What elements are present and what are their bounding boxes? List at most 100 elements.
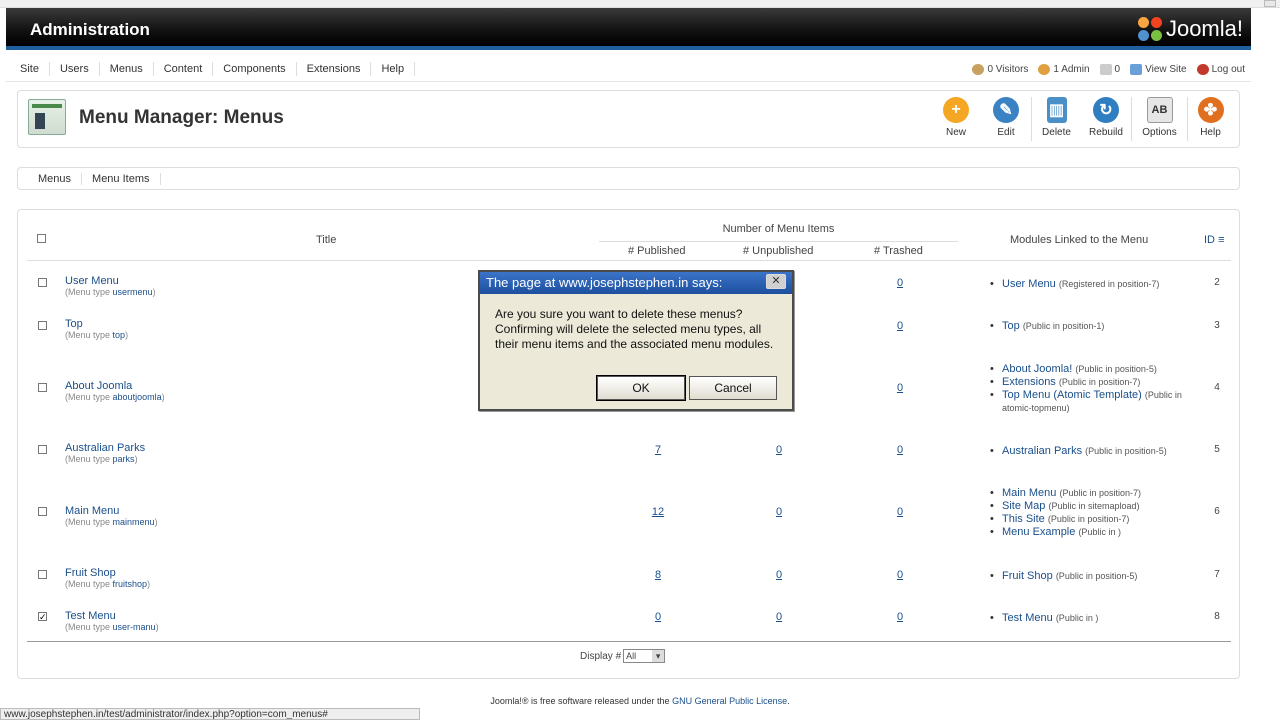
messages-icon — [1099, 63, 1112, 75]
menu-title-link[interactable]: User Menu — [65, 275, 119, 287]
dialog-titlebar: The page at www.josephstephen.in says: ✕ — [480, 272, 792, 294]
trashed-count-link[interactable]: 0 — [885, 320, 915, 332]
module-link[interactable]: Main Menu (Public in position-7) — [990, 487, 1200, 500]
menu-site[interactable]: Site — [10, 62, 50, 76]
module-link[interactable]: Extensions (Public in position-7) — [990, 376, 1200, 389]
edit-button[interactable]: ✎ Edit — [981, 97, 1031, 141]
logout-link[interactable]: Log out — [1196, 63, 1245, 75]
trashed-count-link[interactable]: 0 — [885, 444, 915, 456]
help-lifebuoy-icon: ✤ — [1197, 97, 1224, 123]
page-right-margin — [1251, 8, 1280, 720]
menu-title-link[interactable]: Australian Parks — [65, 442, 145, 454]
published-count-link[interactable]: 12 — [643, 506, 673, 518]
delete-button[interactable]: ▥ Delete — [1031, 97, 1081, 141]
menu-type-label: (Menu type aboutjoomla) — [65, 392, 165, 402]
menu-title-link[interactable]: Main Menu — [65, 505, 119, 517]
admin-user-icon — [1038, 63, 1051, 75]
select-all-checkbox[interactable] — [37, 234, 46, 243]
menu-title-link[interactable]: About Joomla — [65, 380, 132, 392]
display-select[interactable]: All — [623, 649, 666, 663]
row-checkbox[interactable] — [38, 445, 47, 454]
view-site-link[interactable]: View Site — [1130, 63, 1187, 75]
rebuild-button[interactable]: ↻ Rebuild — [1081, 97, 1131, 141]
confirm-dialog: The page at www.josephstephen.in says: ✕… — [478, 270, 794, 411]
row-checkbox[interactable] — [38, 383, 47, 392]
license-link[interactable]: GNU General Public License — [672, 696, 787, 706]
menu-type-label: (Menu type user-manu) — [65, 622, 159, 632]
trash-icon: ▥ — [1046, 97, 1067, 123]
ok-button[interactable]: OK — [596, 375, 686, 401]
display-limit: Display # All — [580, 649, 666, 663]
scrollbar-up-button[interactable] — [1264, 0, 1276, 7]
refresh-icon: ↻ — [1093, 97, 1119, 123]
linked-modules-list: Australian Parks (Public in position-5) — [990, 445, 1200, 458]
help-button[interactable]: ✤ Help — [1187, 97, 1233, 141]
page-title: Menu Manager: Menus — [79, 107, 284, 128]
menu-components[interactable]: Components — [213, 62, 297, 76]
joomla-logo: Joomla! — [1137, 16, 1243, 42]
row-checkbox[interactable] — [38, 321, 47, 330]
module-link[interactable]: Test Menu (Public in ) — [990, 612, 1200, 625]
footer: Joomla!® is free software released under… — [490, 696, 790, 706]
linked-modules-list: Fruit Shop (Public in position-5) — [990, 570, 1200, 583]
plus-icon: + — [943, 97, 969, 123]
module-link[interactable]: User Menu (Registered in position-7) — [990, 278, 1200, 291]
toolbar-box: Menu Manager: Menus + New ✎ Edit ▥ Delete ↻… — [17, 90, 1240, 148]
trashed-count-link[interactable]: 0 — [885, 382, 915, 394]
menu-menus[interactable]: Menus — [100, 62, 154, 76]
unpublished-count-link[interactable]: 0 — [764, 506, 794, 518]
module-link[interactable]: About Joomla! (Public in position-5) — [990, 363, 1200, 376]
module-link[interactable]: Top (Public in position-1) — [990, 320, 1200, 333]
linked-modules-list: About Joomla! (Public in position-5)Exte… — [990, 363, 1200, 415]
trashed-count-link[interactable]: 0 — [885, 506, 915, 518]
menu-extensions[interactable]: Extensions — [297, 62, 372, 76]
admins-status: 1 Admin — [1038, 63, 1090, 75]
submenu-menus[interactable]: Menus — [28, 172, 83, 185]
submenu-menu-items[interactable]: Menu Items — [82, 172, 161, 185]
main-menu: Site Users Menus Content Components Exte… — [10, 56, 416, 82]
unpublished-count-link[interactable]: 0 — [764, 444, 794, 456]
row-checkbox[interactable] — [38, 570, 47, 579]
menu-title-link[interactable]: Fruit Shop — [65, 567, 116, 579]
menu-help[interactable]: Help — [371, 62, 416, 76]
menu-content[interactable]: Content — [154, 62, 214, 76]
unpublished-count-link[interactable]: 0 — [764, 611, 794, 623]
column-trashed-header: # Trashed — [874, 245, 923, 257]
new-button[interactable]: + New — [931, 97, 981, 141]
visitors-icon — [972, 63, 985, 75]
module-link[interactable]: Site Map (Public in sitemapload) — [990, 500, 1200, 513]
module-link[interactable]: Menu Example (Public in ) — [990, 526, 1200, 539]
menu-id: 3 — [1214, 320, 1220, 331]
module-link[interactable]: Australian Parks (Public in position-5) — [990, 445, 1200, 458]
menu-type-label: (Menu type mainmenu) — [65, 517, 158, 527]
submenu: Menus Menu Items — [17, 167, 1240, 190]
row-checkbox[interactable] — [38, 507, 47, 516]
messages-status[interactable]: 0 — [1099, 63, 1120, 75]
cancel-button[interactable]: Cancel — [689, 376, 777, 400]
row-checkbox[interactable] — [38, 278, 47, 287]
column-modules-header: Modules Linked to the Menu — [1010, 234, 1149, 246]
options-button[interactable]: AB Options — [1131, 97, 1187, 141]
menu-users[interactable]: Users — [50, 62, 100, 76]
row-checkbox[interactable]: ✓ — [38, 612, 47, 622]
unpublished-count-link[interactable]: 0 — [764, 569, 794, 581]
dialog-close-icon[interactable]: ✕ — [766, 274, 786, 289]
dialog-message: Are you sure you want to delete these me… — [495, 307, 774, 351]
menu-type-label: (Menu type top) — [65, 330, 129, 340]
published-count-link[interactable]: 7 — [643, 444, 673, 456]
module-link[interactable]: This Site (Public in position-7) — [990, 513, 1200, 526]
column-title-header[interactable]: Title — [316, 234, 336, 246]
menu-id: 8 — [1214, 611, 1220, 622]
joomla-logo-text: Joomla! — [1165, 16, 1243, 41]
admin-header: Administration Joomla! — [6, 8, 1251, 50]
published-count-link[interactable]: 8 — [643, 569, 673, 581]
menu-title-link[interactable]: Top — [65, 318, 83, 330]
module-link[interactable]: Top Menu (Atomic Template) (Public in at… — [990, 389, 1200, 415]
trashed-count-link[interactable]: 0 — [885, 611, 915, 623]
column-id-header[interactable]: ID ≡ — [1204, 234, 1224, 246]
trashed-count-link[interactable]: 0 — [885, 277, 915, 289]
module-link[interactable]: Fruit Shop (Public in position-5) — [990, 570, 1200, 583]
trashed-count-link[interactable]: 0 — [885, 569, 915, 581]
published-count-link[interactable]: 0 — [643, 611, 673, 623]
menu-title-link[interactable]: Test Menu — [65, 610, 116, 622]
